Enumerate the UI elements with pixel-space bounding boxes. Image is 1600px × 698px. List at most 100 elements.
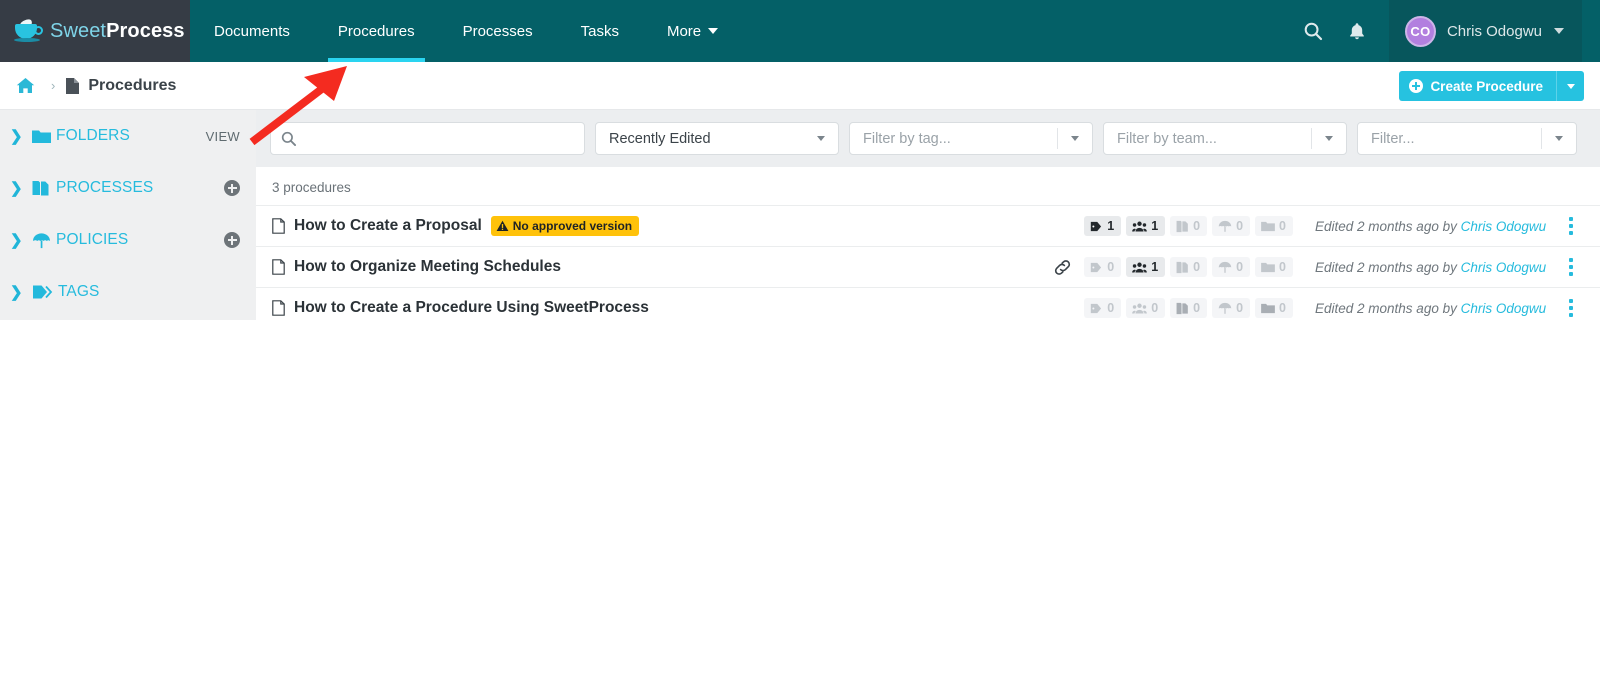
edited-author-link[interactable]: Chris Odogwu bbox=[1461, 219, 1547, 234]
create-procedure-dropdown-toggle[interactable] bbox=[1556, 71, 1584, 101]
nav-label-processes: Processes bbox=[462, 22, 533, 40]
create-procedure-button[interactable]: Create Procedure bbox=[1399, 71, 1556, 101]
stat-teams-count: 1 bbox=[1151, 260, 1159, 274]
avatar: CO bbox=[1404, 15, 1436, 47]
sidebar-folders-view-link[interactable]: VIEW bbox=[206, 129, 240, 144]
search-field-wrapper[interactable] bbox=[270, 122, 585, 155]
nav-item-documents[interactable]: Documents bbox=[190, 0, 314, 62]
user-menu[interactable]: CO Chris Odogwu bbox=[1388, 0, 1582, 62]
row-menu-button[interactable] bbox=[1558, 217, 1584, 235]
stat-folders[interactable]: 0 bbox=[1255, 257, 1293, 277]
filter-misc-placeholder: Filter... bbox=[1371, 130, 1415, 147]
filter-by-team-select[interactable]: Filter by team... bbox=[1103, 122, 1347, 155]
link-icon[interactable] bbox=[1053, 258, 1072, 277]
document-icon bbox=[272, 218, 285, 234]
document-icon bbox=[65, 77, 80, 95]
filter-misc-select[interactable]: Filter... bbox=[1357, 122, 1577, 155]
stat-teams[interactable]: 1 bbox=[1126, 257, 1166, 277]
chevron-down-icon bbox=[1058, 136, 1092, 141]
add-process-button[interactable] bbox=[224, 180, 240, 196]
filter-by-tag-select[interactable]: Filter by tag... bbox=[849, 122, 1093, 155]
status-badge-label: No approved version bbox=[512, 219, 633, 233]
breadcrumb-separator: › bbox=[51, 78, 56, 93]
stat-tags[interactable]: 1 bbox=[1084, 216, 1122, 236]
umbrella-icon bbox=[1218, 302, 1232, 314]
app-logo[interactable]: SweetProcess bbox=[0, 0, 190, 62]
nav-label-documents: Documents bbox=[214, 22, 290, 40]
team-icon bbox=[1132, 221, 1148, 232]
breadcrumb-bar: › Procedures Create Procedure bbox=[0, 62, 1600, 110]
stat-tags[interactable]: 0 bbox=[1084, 298, 1122, 318]
stat-processes-count: 0 bbox=[1193, 219, 1201, 233]
add-policy-button[interactable] bbox=[224, 232, 240, 248]
table-row[interactable]: How to Organize Meeting Schedules 0 1 0 bbox=[256, 246, 1600, 287]
chevron-down-icon bbox=[708, 28, 719, 34]
breadcrumb: › Procedures bbox=[0, 77, 176, 95]
row-stats: 0 0 0 0 0 bbox=[1084, 298, 1293, 318]
sidebar-label-processes: PROCESSES bbox=[56, 179, 154, 196]
stat-folders[interactable]: 0 bbox=[1255, 216, 1293, 236]
sort-select[interactable]: Recently Edited bbox=[595, 122, 839, 155]
create-procedure-label: Create Procedure bbox=[1430, 78, 1543, 94]
bell-icon[interactable] bbox=[1335, 0, 1379, 62]
stat-processes[interactable]: 0 bbox=[1170, 298, 1208, 318]
edited-prefix: Edited 2 months ago by bbox=[1315, 300, 1461, 316]
chevron-down-icon bbox=[804, 136, 838, 141]
edited-author-link[interactable]: Chris Odogwu bbox=[1461, 260, 1547, 275]
search-input[interactable] bbox=[305, 130, 584, 147]
edited-prefix: Edited 2 months ago by bbox=[1315, 218, 1461, 234]
sidebar-item-tags[interactable]: ❯ TAGS bbox=[0, 266, 256, 318]
stat-processes[interactable]: 0 bbox=[1170, 257, 1208, 277]
stat-folders-count: 0 bbox=[1279, 260, 1286, 274]
stat-processes-count: 0 bbox=[1193, 260, 1201, 274]
edited-info: Edited 2 months ago by Chris Odogwu bbox=[1315, 301, 1550, 316]
stat-teams[interactable]: 0 bbox=[1126, 298, 1166, 318]
stat-policies[interactable]: 0 bbox=[1212, 216, 1251, 236]
stat-policies[interactable]: 0 bbox=[1212, 257, 1251, 277]
team-icon bbox=[1132, 303, 1148, 314]
search-icon bbox=[281, 131, 296, 146]
umbrella-icon bbox=[1218, 261, 1232, 273]
user-name-label: Chris Odogwu bbox=[1446, 22, 1542, 40]
edited-prefix: Edited 2 months ago by bbox=[1315, 259, 1461, 275]
row-menu-button[interactable] bbox=[1558, 258, 1584, 276]
table-row[interactable]: How to Create a Proposal No approved ver… bbox=[256, 205, 1600, 246]
home-icon[interactable] bbox=[10, 77, 41, 94]
row-menu-button[interactable] bbox=[1558, 299, 1584, 317]
processes-icon bbox=[1176, 302, 1189, 314]
sidebar-item-policies[interactable]: ❯ POLICIES bbox=[0, 214, 256, 266]
stat-teams[interactable]: 1 bbox=[1126, 216, 1166, 236]
folder-icon bbox=[1261, 262, 1275, 272]
primary-nav-items: Documents Procedures Processes Tasks Mor… bbox=[190, 0, 1291, 62]
tag-icon bbox=[1091, 303, 1102, 313]
stat-policies-count: 0 bbox=[1236, 301, 1244, 315]
procedure-title[interactable]: How to Organize Meeting Schedules bbox=[294, 258, 561, 276]
status-badge: No approved version bbox=[490, 216, 640, 236]
create-procedure-group: Create Procedure bbox=[1399, 71, 1584, 101]
logo-wordmark: SweetProcess bbox=[50, 20, 185, 43]
stat-policies-count: 0 bbox=[1236, 219, 1244, 233]
search-icon[interactable] bbox=[1291, 0, 1335, 62]
sidebar-item-processes[interactable]: ❯ PROCESSES bbox=[0, 162, 256, 214]
procedure-title[interactable]: How to Create a Procedure Using SweetPro… bbox=[294, 299, 649, 317]
stat-policies[interactable]: 0 bbox=[1212, 298, 1251, 318]
nav-item-processes[interactable]: Processes bbox=[439, 0, 557, 62]
chevron-right-icon: ❯ bbox=[10, 232, 23, 249]
procedure-title[interactable]: How to Create a Proposal bbox=[294, 217, 482, 235]
stat-tags-count: 0 bbox=[1107, 260, 1115, 274]
stat-folders[interactable]: 0 bbox=[1255, 298, 1293, 318]
stat-processes[interactable]: 0 bbox=[1170, 216, 1208, 236]
teacup-icon bbox=[14, 18, 44, 44]
sidebar-item-folders[interactable]: ❯ FOLDERS VIEW bbox=[0, 110, 256, 162]
nav-item-tasks[interactable]: Tasks bbox=[557, 0, 643, 62]
folder-icon bbox=[1261, 303, 1275, 313]
nav-item-procedures[interactable]: Procedures bbox=[314, 0, 439, 62]
folder-icon bbox=[32, 129, 51, 144]
nav-item-more[interactable]: More bbox=[643, 0, 742, 62]
edited-author-link[interactable]: Chris Odogwu bbox=[1461, 301, 1547, 316]
stat-tags[interactable]: 0 bbox=[1084, 257, 1122, 277]
table-row[interactable]: How to Create a Procedure Using SweetPro… bbox=[256, 287, 1600, 328]
stat-processes-count: 0 bbox=[1193, 301, 1201, 315]
sidebar-label-policies: POLICIES bbox=[56, 231, 129, 248]
nav-label-more: More bbox=[666, 22, 702, 40]
